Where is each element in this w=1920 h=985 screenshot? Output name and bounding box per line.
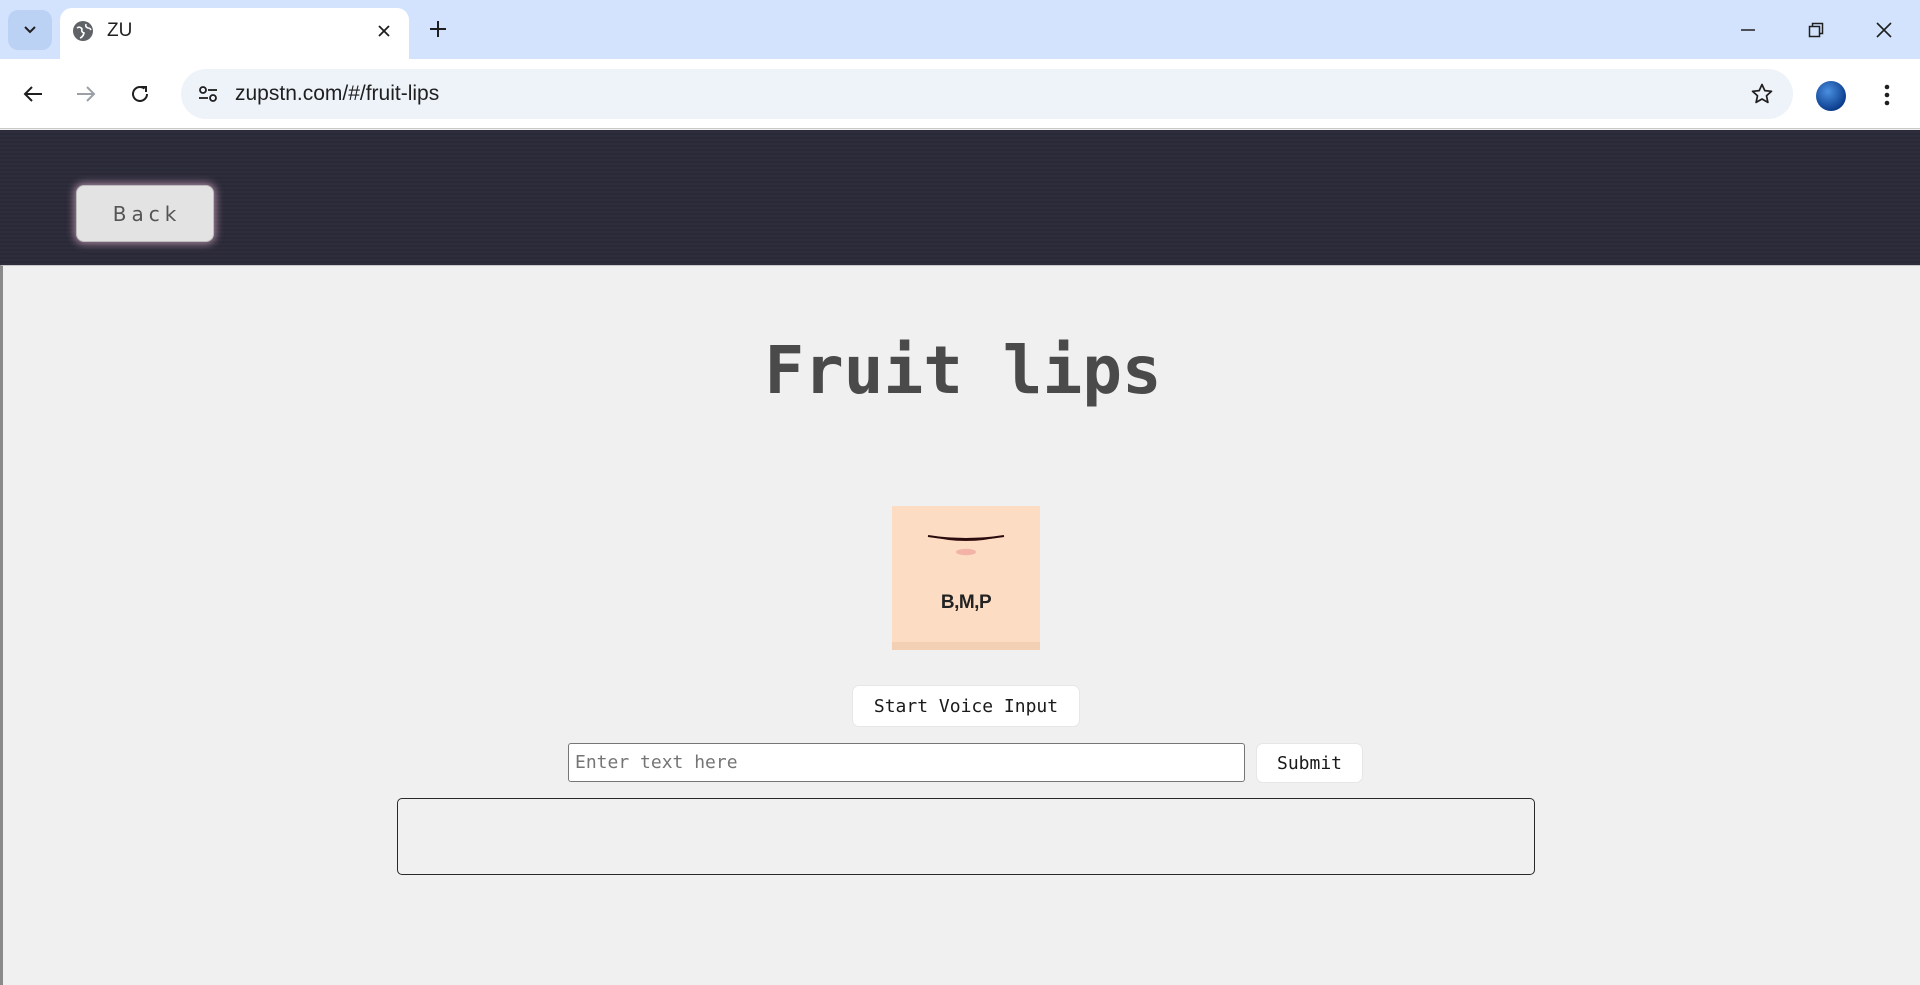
globe-icon [73, 21, 93, 41]
back-nav-button[interactable] [13, 74, 53, 114]
more-vert-icon [1884, 84, 1890, 106]
forward-nav-button[interactable] [66, 74, 106, 114]
tune-icon [199, 86, 217, 102]
restore-icon [1808, 22, 1824, 38]
minimize-icon [1741, 29, 1755, 31]
page-main: Fruit lips B,M,P Start Voice Input Submi… [0, 265, 1920, 985]
back-button[interactable]: Back [76, 185, 214, 242]
minimize-button[interactable] [1726, 10, 1770, 50]
page-title: Fruit lips [764, 332, 1162, 409]
tab-close-button[interactable] [371, 18, 397, 44]
profile-avatar[interactable] [1816, 81, 1846, 111]
arrow-left-icon [23, 86, 42, 102]
address-bar[interactable]: zupstn.com/#/fruit-lips [181, 69, 1793, 119]
bookmark-button[interactable] [1747, 79, 1777, 109]
new-tab-button[interactable] [422, 12, 454, 46]
plus-icon [430, 21, 446, 37]
page-header: Back [0, 130, 1920, 265]
phoneme-label: B,M,P [940, 592, 992, 613]
chevron-down-icon [24, 26, 36, 34]
lips-illustration [892, 535, 1040, 650]
lip-shape-card: B,M,P [892, 506, 1040, 650]
reload-icon [132, 85, 148, 102]
close-icon [378, 25, 390, 37]
url-text: zupstn.com/#/fruit-lips [235, 82, 440, 105]
text-input-field[interactable] [568, 743, 1245, 782]
submit-button[interactable]: Submit [1256, 743, 1363, 783]
output-box [397, 798, 1535, 875]
star-icon [1751, 83, 1773, 104]
browser-tab-bar: ZU [0, 0, 1920, 59]
close-window-button[interactable] [1862, 10, 1906, 50]
browser-toolbar: zupstn.com/#/fruit-lips [0, 59, 1920, 129]
site-settings-icon[interactable] [193, 79, 223, 109]
browser-tab-active[interactable]: ZU [60, 8, 409, 59]
browser-menu-button[interactable] [1872, 77, 1902, 113]
close-icon [1876, 22, 1892, 38]
arrow-right-icon [77, 86, 96, 102]
start-voice-input-button[interactable]: Start Voice Input [852, 685, 1080, 727]
tab-search-button[interactable] [8, 10, 52, 50]
reload-button[interactable] [120, 74, 160, 114]
tab-title: ZU [107, 20, 133, 41]
restore-button[interactable] [1794, 10, 1838, 50]
